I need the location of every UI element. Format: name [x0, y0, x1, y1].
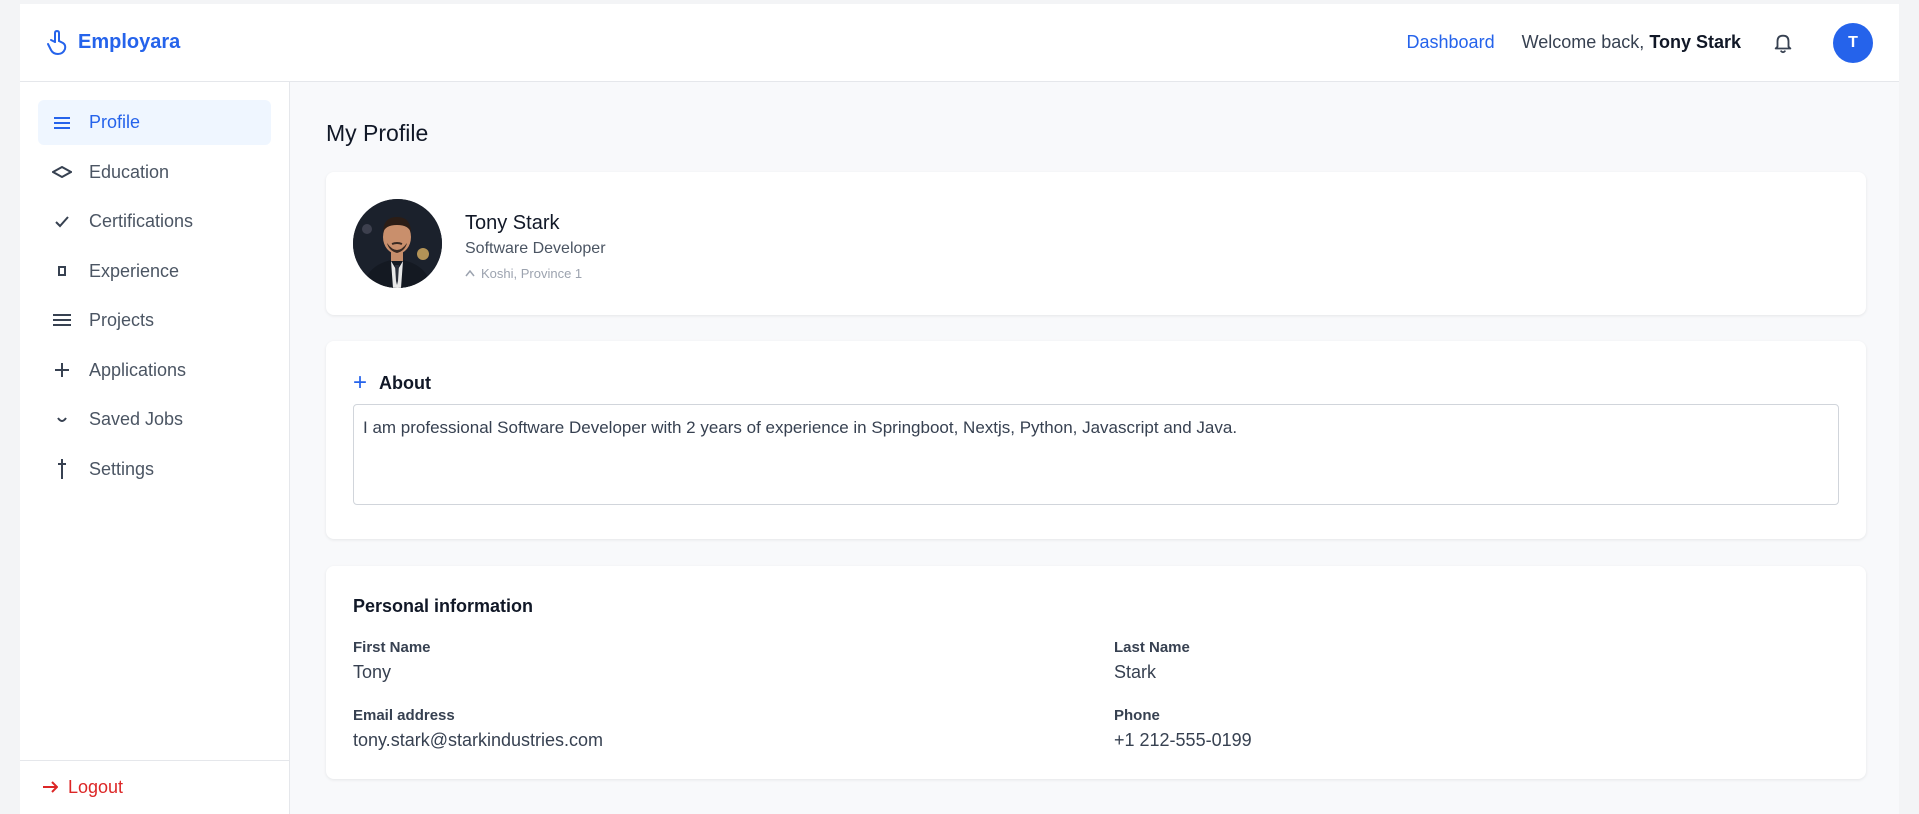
sidebar-item-certifications[interactable]: Certifications [38, 199, 271, 244]
email-value: tony.stark@starkindustries.com [353, 730, 604, 750]
user-avatar[interactable]: T [1833, 22, 1873, 63]
profile-location-text: Koshi, Province 1 [481, 266, 583, 281]
sidebar-item-profile[interactable]: Profile [38, 100, 271, 145]
profile-card: Tony Stark Software Developer Koshi, Pro… [326, 172, 1866, 315]
profile-name: Tony Stark [465, 212, 560, 234]
sidebar-item-experience[interactable]: Experience [38, 249, 271, 294]
last-name-label: Last Name [1114, 639, 1190, 656]
sidebar-item-settings[interactable]: Settings [38, 447, 271, 492]
sidebar-item-label: Settings [89, 458, 155, 479]
sidebar-item-label: Education [89, 161, 170, 182]
first-name-label: First Name [353, 639, 431, 656]
plus-icon [52, 362, 72, 378]
chevron-down-icon [52, 416, 72, 424]
welcome-message: Welcome back, Tony Stark [1522, 32, 1741, 53]
personal-info-title: Personal information [353, 596, 534, 616]
welcome-prefix: Welcome back, [1521, 32, 1645, 52]
about-title: About [379, 372, 431, 393]
sidebar-item-saved-jobs[interactable]: Saved Jobs [38, 397, 271, 442]
sidebar-item-label: Applications [89, 359, 187, 380]
hand-icon [47, 29, 67, 55]
check-icon [52, 215, 72, 229]
list-icon [52, 314, 72, 327]
dagger-icon [52, 458, 72, 480]
email-label: Email address [353, 707, 455, 724]
top-header: Employara Dashboard Welcome back, Tony S… [20, 4, 1899, 82]
sidebar-item-label: Projects [89, 310, 155, 330]
last-name-field: Last Name Stark [1114, 639, 1190, 683]
logout-label: Logout [68, 777, 124, 797]
brand-name: Employara [78, 31, 181, 53]
chevron-up-icon [465, 270, 475, 277]
sidebar-item-projects[interactable]: Projects [38, 298, 271, 343]
personal-info-card: Personal information First Name Tony Las… [326, 566, 1866, 779]
bell-icon[interactable] [1771, 31, 1795, 55]
arrow-right-icon [42, 777, 59, 798]
plus-icon[interactable]: + [353, 371, 367, 395]
about-header: + About [353, 371, 431, 395]
profile-photo [353, 199, 442, 288]
profile-location: Koshi, Province 1 [465, 266, 582, 281]
about-textarea[interactable]: I am professional Software Developer wit… [353, 404, 1839, 505]
dashboard-link[interactable]: Dashboard [1407, 32, 1495, 53]
menu-icon [52, 116, 72, 129]
brand-logo[interactable]: Employara [46, 29, 181, 56]
welcome-user-name: Tony Stark [1649, 32, 1741, 52]
email-field: Email address tony.stark@starkindustries… [353, 707, 603, 751]
graduation-icon [52, 166, 72, 178]
header-actions: Dashboard Welcome back, Tony Stark T [1407, 4, 1873, 81]
sidebar-item-label: Saved Jobs [89, 409, 184, 429]
first-name-field: First Name Tony [353, 639, 431, 683]
app-frame: Employara Dashboard Welcome back, Tony S… [20, 4, 1899, 814]
phone-label: Phone [1114, 707, 1160, 724]
about-card: + About I am professional Software Devel… [326, 341, 1866, 539]
sidebar-item-applications[interactable]: Applications [38, 348, 271, 393]
phone-value: +1 212-555-0199 [1114, 730, 1252, 750]
sidebar: Profile Education Certifications Experie… [20, 82, 290, 814]
logout-button[interactable]: Logout [20, 760, 289, 814]
sidebar-item-label: Profile [89, 112, 141, 132]
sidebar-item-education[interactable]: Education [38, 150, 271, 195]
sidebar-item-label: Certifications [89, 211, 194, 231]
last-name-value: Stark [1114, 662, 1157, 682]
profile-role: Software Developer [465, 240, 606, 257]
sidebar-item-label: Experience [89, 260, 180, 281]
first-name-value: Tony [353, 662, 392, 682]
page-title: My Profile [326, 120, 429, 146]
briefcase-icon [52, 266, 72, 276]
sidebar-nav: Profile Education Certifications Experie… [20, 82, 289, 492]
phone-field: Phone +1 212-555-0199 [1114, 707, 1252, 751]
